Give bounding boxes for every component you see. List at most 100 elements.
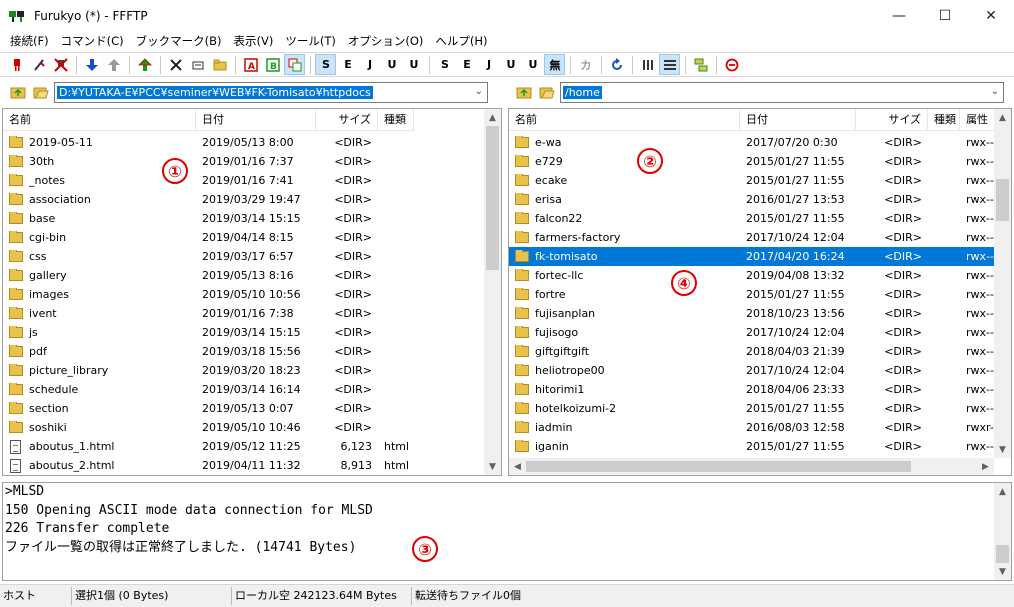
table-row[interactable]: association 2019/03/29 19:47 <DIR> [3,190,428,209]
table-row[interactable]: iadmin 2016/08/03 12:58 <DIR> rwxr-x [509,418,994,437]
table-row[interactable]: schedule 2019/03/14 16:14 <DIR> [3,380,428,399]
menu-view[interactable]: 表示(V) [229,33,277,49]
rename-icon[interactable] [187,54,208,75]
upload-icon[interactable] [103,54,124,75]
remote-jis-button[interactable]: J [359,54,380,75]
menu-bookmark[interactable]: ブックマーク(B) [132,33,226,49]
auto-mode-icon[interactable] [284,54,305,75]
table-row[interactable]: fortec-llc 2019/04/08 13:32 <DIR> rwx--- [509,266,994,285]
local-col-type[interactable]: 種類 [378,109,414,131]
table-row[interactable]: erisa 2016/01/27 13:53 <DIR> rwx--- [509,190,994,209]
log-vertical-scrollbar[interactable]: ▲ ▼ [994,483,1011,580]
table-row[interactable]: base 2019/03/14 15:15 <DIR> [3,209,428,228]
log-panel[interactable]: >MLSD 150 Opening ASCII mode data connec… [2,482,1012,581]
log-scroll-thumb[interactable] [996,545,1009,563]
remote-open-folder-icon[interactable] [537,82,557,102]
local-col-name[interactable]: 名前 [3,109,196,131]
remote-hscroll-thumb[interactable] [526,461,911,472]
table-row[interactable]: aboutus_1.html 2019/05/12 11:25 6,123 html [3,437,428,456]
table-row[interactable]: fortre 2015/01/27 11:55 <DIR> rwx--- [509,285,994,304]
remote-euc-button[interactable]: E [337,54,358,75]
table-row[interactable]: 2019-05-11 2019/05/13 8:00 <DIR> [3,133,428,152]
table-row[interactable]: soshiki 2019/05/10 10:46 <DIR> [3,418,428,437]
local-col-date[interactable]: 日付 [196,109,316,131]
menu-help[interactable]: ヘルプ(H) [431,33,491,49]
local-path-combo[interactable]: D:¥YUTAKA-E¥PCC¥seminer¥WEB¥FK-Tomisato¥… [54,81,488,103]
table-row[interactable]: e729 2015/01/27 11:55 <DIR> rwx--- [509,152,994,171]
chevron-down-icon[interactable]: ⌄ [991,86,999,97]
maximize-button[interactable]: ☐ [922,0,968,31]
local-euc-button[interactable]: E [456,54,477,75]
table-row[interactable]: gallery 2019/05/13 8:16 <DIR> [3,266,428,285]
local-up-dir-icon[interactable] [8,82,28,102]
scroll-down-icon[interactable]: ▼ [994,441,1011,458]
remote-utf8-button[interactable]: U [381,54,402,75]
delete-icon[interactable] [165,54,186,75]
remote-utf8-nobom-button[interactable]: U [403,54,424,75]
table-row[interactable]: 30th 2019/01/16 7:37 <DIR> [3,152,428,171]
table-row[interactable]: fujisogo 2017/10/24 12:04 <DIR> rwx--- [509,323,994,342]
scroll-up-icon[interactable]: ▲ [994,483,1011,500]
table-row[interactable]: aboutus_2.html 2019/04/11 11:32 8,913 html [3,456,428,475]
table-row[interactable]: cgi-bin 2019/04/14 8:15 <DIR> [3,228,428,247]
table-row[interactable]: hotelkoizumi-2 2015/01/27 11:55 <DIR> rwx--… [509,399,994,418]
menu-options[interactable]: オプション(O) [344,33,428,49]
table-row[interactable]: heliotrope00 2017/10/24 12:04 <DIR> rwx--- [509,361,994,380]
remote-file-list[interactable]: 名前 日付 サイズ 種類 属性 e-wa 2017/07/20 0:30 <DIR>… [508,108,1012,476]
table-row[interactable]: ecake 2015/01/27 11:55 <DIR> rwx--- [509,171,994,190]
local-jis-button[interactable]: J [478,54,499,75]
mkdir-icon[interactable] [209,54,230,75]
scroll-right-icon[interactable]: ▶ [977,458,994,475]
local-scroll-thumb[interactable] [486,126,499,270]
table-row[interactable]: js 2019/03/14 15:15 <DIR> [3,323,428,342]
minimize-button[interactable]: — [876,0,922,31]
scroll-up-icon[interactable]: ▲ [994,109,1011,126]
scroll-up-icon[interactable]: ▲ [484,109,501,126]
local-file-list[interactable]: 名前 日付 サイズ 種類 2019-05-11 2019/05/13 8:00 <D… [2,108,502,476]
remote-path-combo[interactable]: /home ⌄ [560,81,1004,103]
table-row[interactable]: e-wa 2017/07/20 0:30 <DIR> rwx--- [509,133,994,152]
local-col-size[interactable]: サイズ [316,109,378,131]
table-row-selected[interactable]: fk-tomisato 2017/04/20 16:24 <DIR> rwx--- [509,247,994,266]
remote-sjis-button[interactable]: S [315,54,336,75]
menu-command[interactable]: コマンド(C) [57,33,128,49]
table-row[interactable]: giftgiftgift 2018/04/03 21:39 <DIR> rwx--- [509,342,994,361]
abort-icon[interactable] [721,54,742,75]
download-icon[interactable] [81,54,102,75]
table-row[interactable]: fujisanplan 2018/10/23 13:56 <DIR> rwx--- [509,304,994,323]
chevron-down-icon[interactable]: ⌄ [475,86,483,97]
menu-connect[interactable]: 接続(F) [6,33,53,49]
table-row[interactable]: section 2019/05/13 0:07 <DIR> [3,399,428,418]
local-vertical-scrollbar[interactable]: ▲ ▼ [484,109,501,475]
sync-dir-icon[interactable] [690,54,711,75]
close-button[interactable]: ✕ [968,0,1014,31]
local-utf8-button[interactable]: U [500,54,521,75]
quick-connect-icon[interactable] [28,54,49,75]
no-conversion-button[interactable]: 無 [544,54,565,75]
table-row[interactable]: css 2019/03/17 6:57 <DIR> [3,247,428,266]
refresh-icon[interactable] [606,54,627,75]
table-row[interactable]: ivent 2019/01/16 7:38 <DIR> [3,304,428,323]
local-open-folder-icon[interactable] [31,82,51,102]
binary-mode-icon[interactable]: B [262,54,283,75]
kana-button[interactable]: カ [575,54,596,75]
remote-scroll-thumb[interactable] [996,179,1009,221]
disconnect-icon[interactable] [50,54,71,75]
remote-vertical-scrollbar[interactable]: ▲ ▼ [994,109,1011,458]
table-row[interactable]: falcon22 2015/01/27 11:55 <DIR> rwx--- [509,209,994,228]
remote-horizontal-scrollbar[interactable]: ◀ ▶ [509,458,994,475]
connect-icon[interactable] [6,54,27,75]
scroll-down-icon[interactable]: ▼ [484,458,501,475]
scroll-left-icon[interactable]: ◀ [509,458,526,475]
remote-col-type[interactable]: 種類 [928,109,960,131]
table-row[interactable]: images 2019/05/10 10:56 <DIR> [3,285,428,304]
remote-col-name[interactable]: 名前 [509,109,740,131]
local-sjis-button[interactable]: S [434,54,455,75]
scroll-down-icon[interactable]: ▼ [994,563,1011,580]
remote-up-dir-icon[interactable] [514,82,534,102]
table-row[interactable]: hitorimi1 2018/04/06 23:33 <DIR> rwx--- [509,380,994,399]
menu-tools[interactable]: ツール(T) [281,33,340,49]
table-row[interactable]: picture_library 2019/03/20 18:23 <DIR> [3,361,428,380]
remote-col-date[interactable]: 日付 [740,109,856,131]
table-row[interactable]: iganin 2015/01/27 11:55 <DIR> rwx--- [509,437,994,456]
